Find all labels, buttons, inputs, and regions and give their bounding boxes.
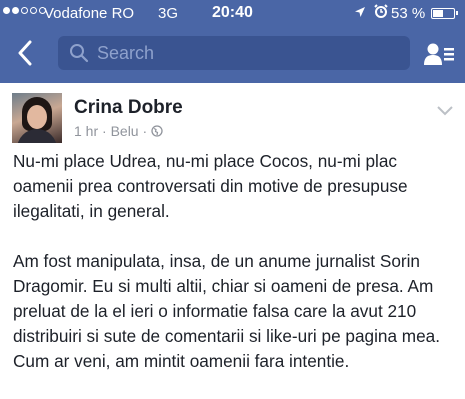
status-bar: Vodafone RO 3G 20:40 53 %: [0, 0, 465, 28]
signal-dot: [3, 7, 10, 14]
post-meta: 1 hr · Belu ·: [74, 123, 163, 139]
network-type: 3G: [158, 5, 179, 22]
globe-icon: [151, 125, 163, 137]
back-chevron-icon: [18, 40, 32, 66]
avatar-body: [17, 129, 57, 143]
signal-dot: [21, 7, 28, 14]
carrier-name: Vodafone RO: [44, 5, 135, 22]
signal-dot: [30, 7, 37, 14]
post-card: Crina Dobre 1 hr · Belu · Nu-mi place Ud…: [0, 83, 465, 390]
signal-dot: [12, 7, 19, 14]
post-body-text: Nu-mi place Udrea, nu-mi place Cocos, nu…: [13, 149, 459, 399]
battery-percentage: 53 %: [391, 5, 426, 22]
avatar-face: [27, 105, 47, 129]
chevron-down-icon[interactable]: [436, 105, 454, 117]
friend-requests-icon: [424, 43, 454, 65]
battery-level-fill: [433, 10, 444, 17]
friend-requests-button[interactable]: [423, 40, 455, 68]
back-button[interactable]: [11, 38, 39, 68]
post-author-name[interactable]: Crina Dobre: [74, 97, 183, 119]
post-paragraph: Am fost manipulata, insa, de un anume ju…: [13, 251, 441, 371]
alarm-icon: [374, 4, 388, 21]
search-icon: [70, 44, 89, 63]
top-navigation-bar: Vodafone RO 3G 20:40 53 % Search: [0, 0, 465, 83]
status-time: 20:40: [212, 4, 253, 21]
signal-strength-icon: [3, 7, 46, 14]
search-placeholder: Search: [97, 42, 155, 63]
avatar[interactable]: [12, 93, 62, 143]
search-input[interactable]: Search: [58, 36, 410, 70]
battery-nub: [456, 11, 458, 15]
post-paragraph: Nu-mi place Udrea, nu-mi place Cocos, nu…: [13, 151, 408, 221]
post-meta-text: 1 hr · Belu ·: [74, 123, 148, 139]
location-arrow-icon: [354, 6, 366, 21]
battery-icon: [431, 8, 458, 19]
